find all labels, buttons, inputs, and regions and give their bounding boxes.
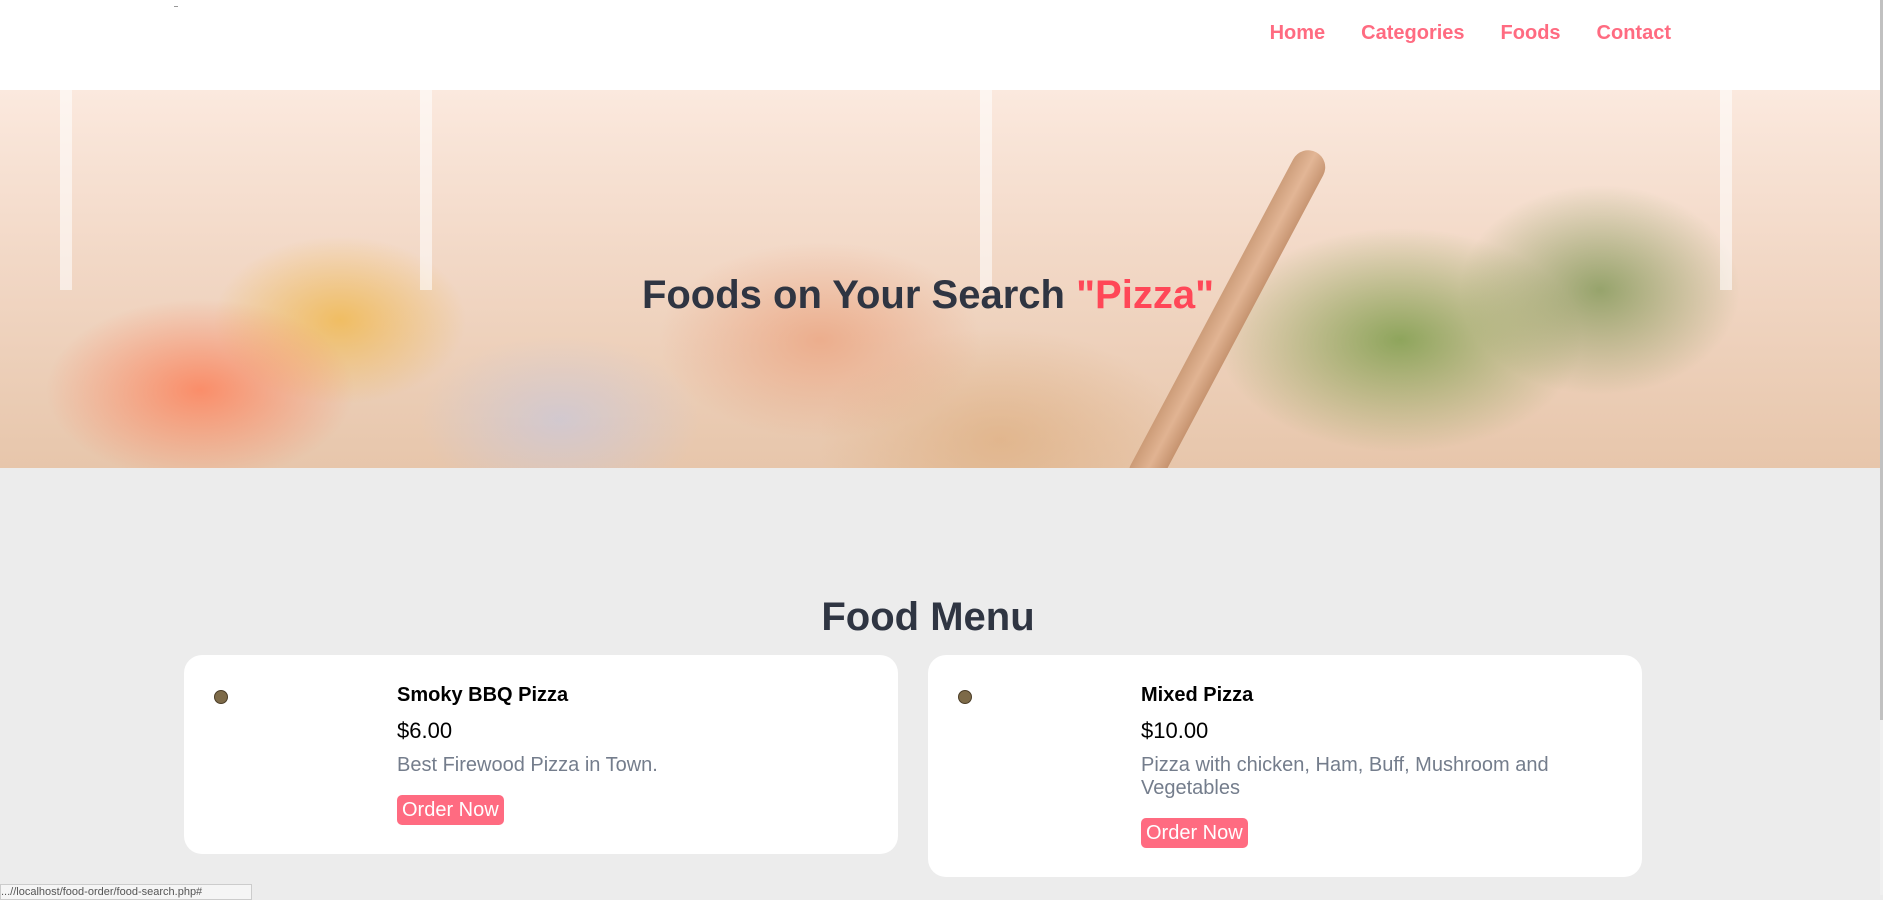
order-now-button[interactable]: Order Now [1141,818,1248,848]
food-description: Pizza with chicken, Ham, Buff, Mushroom … [1141,754,1549,799]
nav-link-categories[interactable]: Categories [1361,20,1464,46]
heading-prefix: Foods on Your Search [641,273,1077,318]
food-price: $10.00 [1141,718,1209,743]
nav-link-foods[interactable]: Foods [1501,20,1561,46]
food-image [214,690,228,704]
background-decoration [980,90,992,290]
food-price: $6.00 [397,718,453,743]
navbar: Home Categories Foods Contact [0,0,1880,90]
background-decoration [60,90,72,290]
food-description: Best Firewood Pizza in Town. [397,754,658,776]
food-name: Smoky BBQ Pizza [397,684,569,706]
background-decoration [1720,90,1732,290]
main-nav: Home Categories Foods Contact [1270,20,1671,46]
food-name: Mixed Pizza [1141,684,1254,706]
search-term: "Pizza" [1076,273,1215,318]
food-image [958,690,972,704]
background-decoration [420,90,432,290]
food-menu-card: Smoky BBQ Pizza $6.00 Best Firewood Pizz… [184,655,898,854]
nav-link-home[interactable]: Home [1270,20,1326,46]
search-results-heading: Foods on Your Search "Pizza" [0,271,1856,319]
logo-image[interactable] [174,6,178,10]
nav-link-contact[interactable]: Contact [1597,20,1671,46]
food-menu-card: Mixed Pizza $10.00 Pizza with chicken, H… [928,655,1642,877]
food-menu-title: Food Menu [821,595,1035,640]
order-now-button[interactable]: Order Now [397,795,504,825]
search-hero-banner: Foods on Your Search "Pizza" [0,90,1880,468]
status-bar-url: ...//localhost/food-order/food-search.ph… [0,884,252,900]
